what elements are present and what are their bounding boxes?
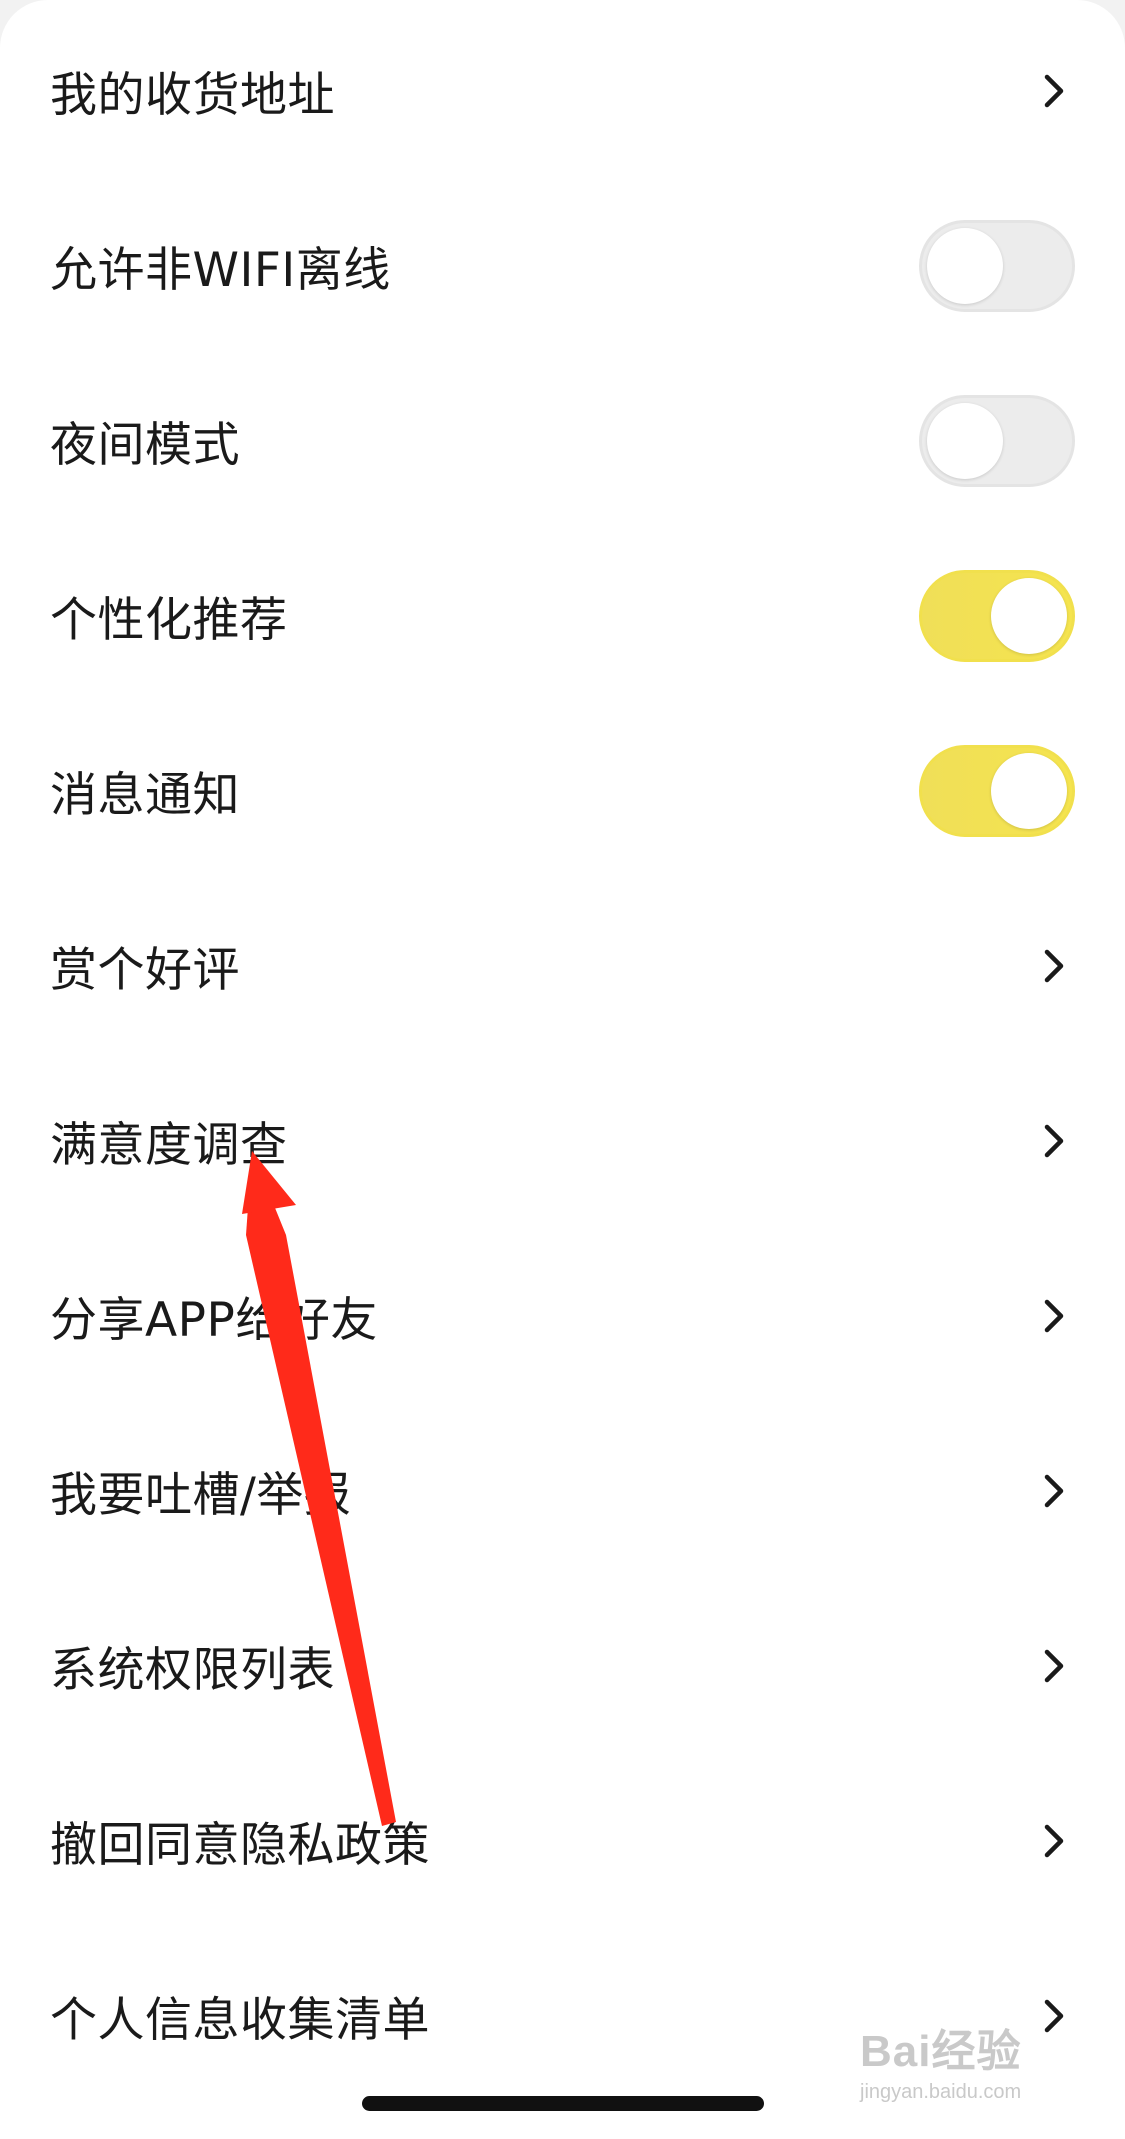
chevron-right-icon xyxy=(1035,946,1075,986)
settings-row-label: 满意度调查 xyxy=(50,1118,288,1173)
settings-row-rate-app[interactable]: 赏个好评 xyxy=(0,878,1125,1053)
toggle-knob xyxy=(927,402,1003,479)
personalized-recommendation-toggle[interactable] xyxy=(919,569,1075,662)
settings-row-label: 赏个好评 xyxy=(50,943,240,998)
settings-row-label: 消息通知 xyxy=(50,768,240,823)
settings-row-label: 我的收货地址 xyxy=(50,68,335,123)
settings-row-satisfaction-survey[interactable]: 满意度调查 xyxy=(0,1053,1125,1228)
chevron-right-icon xyxy=(1035,1471,1075,1511)
settings-row-feedback-report[interactable]: 我要吐槽/举报 xyxy=(0,1403,1125,1578)
non-wifi-offline-toggle[interactable] xyxy=(919,219,1075,312)
settings-row-label: 个人信息收集清单 xyxy=(50,1993,430,2048)
settings-row-shipping-address[interactable]: 我的收货地址 xyxy=(0,3,1125,178)
home-indicator[interactable] xyxy=(362,2096,764,2111)
settings-row-non-wifi-offline[interactable]: 允许非WIFI离线 xyxy=(0,178,1125,353)
toggle-knob xyxy=(991,577,1067,654)
settings-card: 我的收货地址 允许非WIFI离线 夜间模式 个性化推荐 消息通知 赏个好评 满意… xyxy=(0,0,1125,2139)
settings-row-label: 分享APP给好友 xyxy=(50,1293,378,1348)
settings-row-personalized-recommendation[interactable]: 个性化推荐 xyxy=(0,528,1125,703)
settings-row-label: 允许非WIFI离线 xyxy=(50,243,391,298)
watermark-brand: Bai经验 xyxy=(860,2027,1022,2076)
message-notification-toggle[interactable] xyxy=(919,744,1075,837)
settings-row-label: 夜间模式 xyxy=(50,418,240,473)
settings-row-system-permissions[interactable]: 系统权限列表 xyxy=(0,1578,1125,1753)
chevron-right-icon xyxy=(1035,1121,1075,1161)
settings-row-share-app[interactable]: 分享APP给好友 xyxy=(0,1228,1125,1403)
settings-row-revoke-privacy-consent[interactable]: 撤回同意隐私政策 xyxy=(0,1753,1125,1928)
settings-row-night-mode[interactable]: 夜间模式 xyxy=(0,353,1125,528)
chevron-right-icon xyxy=(1035,71,1075,111)
settings-row-label: 系统权限列表 xyxy=(50,1643,335,1698)
night-mode-toggle[interactable] xyxy=(919,394,1075,487)
settings-row-label: 个性化推荐 xyxy=(50,593,288,648)
settings-row-message-notification[interactable]: 消息通知 xyxy=(0,703,1125,878)
toggle-knob xyxy=(991,752,1067,829)
toggle-knob xyxy=(927,227,1003,304)
settings-row-label: 我要吐槽/举报 xyxy=(50,1468,352,1523)
chevron-right-icon xyxy=(1035,1821,1075,1861)
chevron-right-icon xyxy=(1035,1646,1075,1686)
watermark-url: jingyan.baidu.com xyxy=(860,2081,1022,2103)
baidu-jingyan-watermark: Bai经验 jingyan.baidu.com xyxy=(860,2015,1070,2115)
settings-row-label: 撤回同意隐私政策 xyxy=(50,1818,430,1873)
chevron-right-icon xyxy=(1035,1296,1075,1336)
